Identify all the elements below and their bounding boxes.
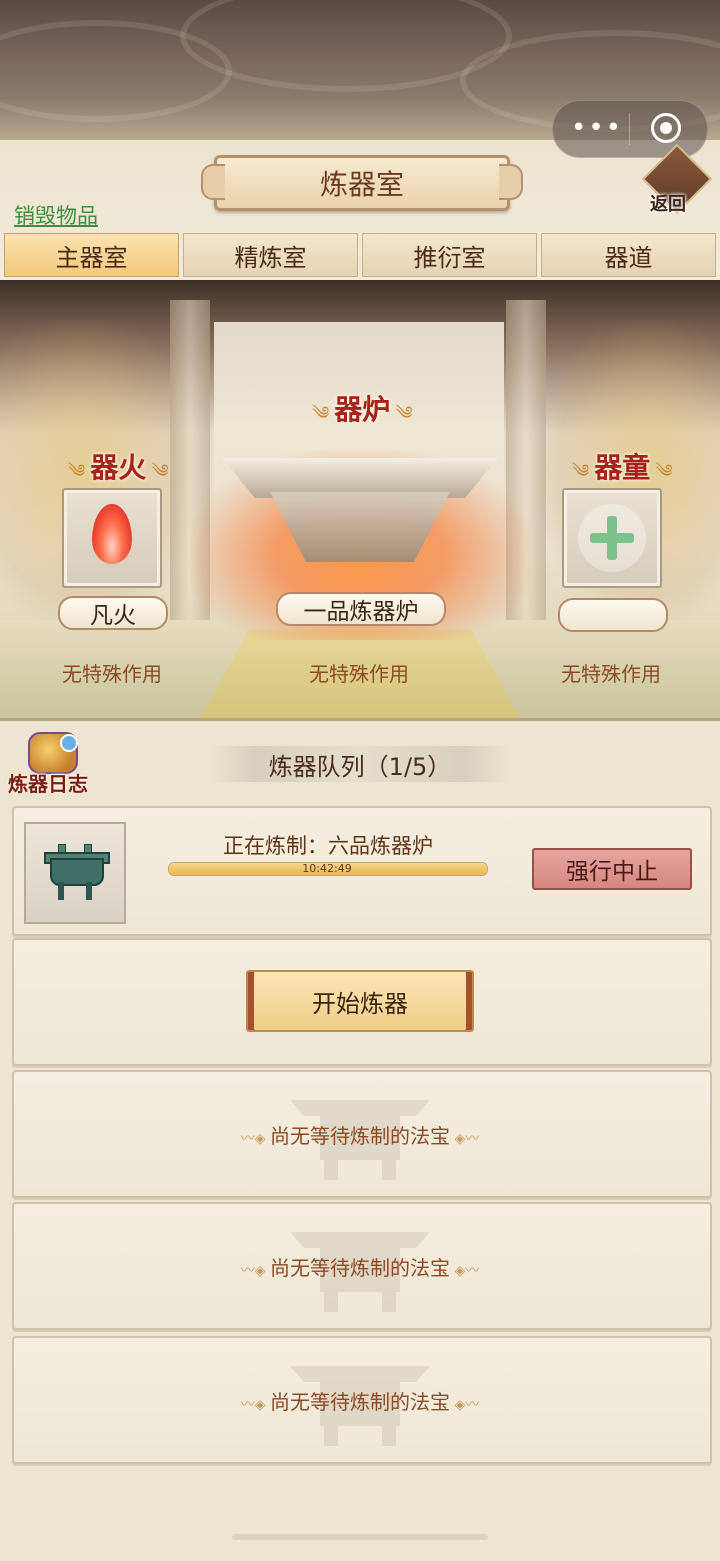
back-button[interactable]: 返回 xyxy=(641,143,713,216)
boy-slot[interactable] xyxy=(562,488,662,588)
tab-deduce-room[interactable]: 推衍室 xyxy=(362,233,537,277)
empty-slot-text: 尚无等待炼制的法宝 xyxy=(270,1390,450,1414)
ornament-icon: 〰◈ xyxy=(240,1131,270,1147)
page-title: 炼器室 xyxy=(201,155,523,211)
ornament-icon: ༄ xyxy=(151,461,169,482)
capsule-divider xyxy=(629,113,630,145)
ornament-icon: ◈〰 xyxy=(450,1397,480,1413)
ornament-icon: ༄ xyxy=(395,403,413,424)
refining-log-label: 炼器日志 xyxy=(8,772,88,796)
flame-icon xyxy=(92,504,132,564)
tab-bar: 主器室 精炼室 推衍室 器道 xyxy=(4,233,716,277)
furnace-name-plate: 一品炼器炉 xyxy=(276,592,446,626)
refining-log-button[interactable]: 炼器日志 xyxy=(8,728,98,798)
bottom-scroll-handle[interactable] xyxy=(232,1534,488,1540)
boy-title: 器童 xyxy=(594,451,651,484)
boy-effect-text: 无特殊作用 xyxy=(561,662,661,686)
empty-slot-row: 〰◈ 尚无等待炼制的法宝 ◈〰 xyxy=(12,1252,708,1281)
tab-refine-room[interactable]: 精炼室 xyxy=(183,233,358,277)
fire-effect-text: 无特殊作用 xyxy=(62,662,162,686)
plus-icon xyxy=(607,516,617,560)
queue-title: 炼器队列（1/5） xyxy=(210,746,510,782)
bronze-cauldron-icon xyxy=(44,844,110,902)
start-refining-button[interactable]: 开始炼器 xyxy=(246,970,474,1032)
furnace-effect-text: 无特殊作用 xyxy=(309,662,409,686)
ornament-icon: ◈〰 xyxy=(450,1263,480,1279)
force-stop-button[interactable]: 强行中止 xyxy=(532,848,692,890)
ornament-icon: ༄ xyxy=(312,403,330,424)
target-circle-icon[interactable] xyxy=(651,113,681,143)
refining-item-slot[interactable] xyxy=(24,822,126,924)
empty-slot-text: 尚无等待炼制的法宝 xyxy=(270,1124,450,1148)
ornament-icon: ◈〰 xyxy=(450,1131,480,1147)
furnace-title-group: ༄ 器炉 ༄ xyxy=(312,388,413,444)
empty-slot-text: 尚无等待炼制的法宝 xyxy=(270,1256,450,1280)
fire-name-plate: 凡火 xyxy=(58,596,168,630)
ornament-icon: 〰◈ xyxy=(240,1397,270,1413)
more-dots-icon[interactable]: ••• xyxy=(571,113,623,143)
fire-slot[interactable] xyxy=(62,488,162,588)
tab-main-room[interactable]: 主器室 xyxy=(4,233,179,277)
destroy-items-link[interactable]: 销毁物品 xyxy=(14,200,98,230)
refining-status-text: 正在炼制：六品炼器炉 xyxy=(223,834,433,858)
furnace-title: 器炉 xyxy=(334,393,391,426)
empty-slot-row: 〰◈ 尚无等待炼制的法宝 ◈〰 xyxy=(12,1386,708,1415)
tab-artifact-way[interactable]: 器道 xyxy=(541,233,716,277)
ornament-icon: 〰◈ xyxy=(240,1263,270,1279)
refining-timer: 10:42:49 xyxy=(302,862,352,875)
fire-title: 器火 xyxy=(90,451,147,484)
ornament-icon: ༄ xyxy=(68,461,86,482)
boy-name-plate xyxy=(558,598,668,632)
ornament-icon: ༄ xyxy=(655,461,673,482)
gem-icon xyxy=(60,734,78,752)
ornament-icon: ༄ xyxy=(572,461,590,482)
back-button-label: 返回 xyxy=(650,194,686,215)
empty-slot-row: 〰◈ 尚无等待炼制的法宝 ◈〰 xyxy=(12,1120,708,1149)
